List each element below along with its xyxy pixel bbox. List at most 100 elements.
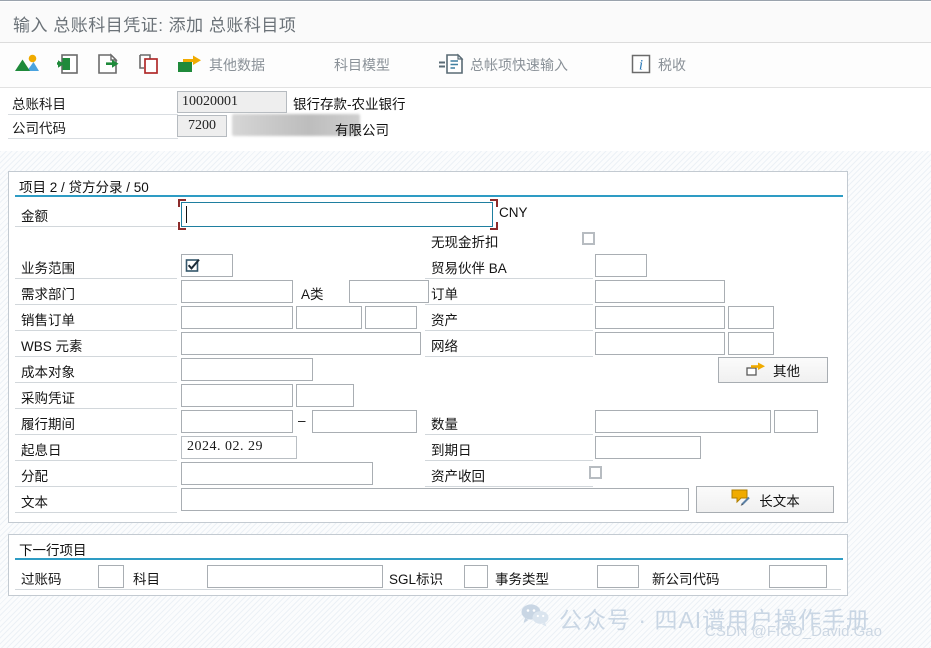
application-toolbar: 其他数据 科目模型 总帐项快速输入 i 税收	[0, 43, 931, 88]
asset-subnumber-input[interactable]	[728, 306, 774, 329]
sales-order-sched-input[interactable]	[365, 306, 417, 329]
header-divider-2	[8, 138, 178, 139]
performance-period-label: 履行期间	[21, 417, 75, 432]
cost-object-input[interactable]	[181, 358, 313, 381]
toolbar-tax-label: 税收	[658, 57, 686, 73]
tax-info-icon: i	[630, 53, 652, 78]
value-date-label: 起息日	[21, 443, 62, 458]
toolbar-more-data-button[interactable]: 其他数据	[177, 43, 265, 87]
account-label: 科目	[133, 572, 160, 587]
quantity-unit-input[interactable]	[774, 410, 818, 433]
gl-account-value[interactable]: 10020001	[177, 91, 287, 113]
new-company-code-label: 新公司代码	[652, 572, 720, 587]
sales-order-input[interactable]	[181, 306, 293, 329]
toolbar-previous-item-button[interactable]	[56, 43, 80, 87]
window-title-bar: 输入 总账科目凭证: 添加 总账科目项	[0, 2, 931, 43]
toolbar-copy-button[interactable]	[137, 43, 161, 87]
long-text-button[interactable]: 长文本	[696, 486, 834, 513]
toolbar-account-model-button[interactable]: 科目模型	[334, 43, 390, 87]
purchasing-doc-item-input[interactable]	[296, 384, 354, 407]
line-item-panel: 项目 2 / 贷方分录 / 50 金额 CNY 无现金折扣 业务范围 贸易伙伴 …	[8, 171, 848, 523]
row-divider-costobj	[15, 382, 177, 383]
toolbar-picture-button[interactable]	[14, 43, 40, 87]
focus-corner-tr	[490, 199, 498, 207]
focus-corner-br	[490, 222, 498, 230]
amount-label: 金额	[21, 209, 48, 224]
network-input[interactable]	[595, 332, 725, 355]
business-area-label: 业务范围	[21, 261, 75, 276]
more-data-icon	[177, 53, 203, 78]
gl-account-description: 银行存款-农业银行	[293, 97, 406, 112]
svg-text:i: i	[639, 57, 643, 73]
row-divider-ba	[15, 278, 177, 279]
purchasing-doc-label: 采购凭证	[21, 391, 75, 406]
trading-partner-ba-input[interactable]	[595, 254, 647, 277]
focus-corner-tl	[178, 199, 186, 207]
row-divider-dept	[15, 304, 177, 305]
quantity-label: 数量	[431, 417, 458, 432]
order-input[interactable]	[595, 280, 725, 303]
long-text-icon	[730, 489, 752, 510]
row-divider-duedate	[425, 460, 593, 461]
period-dash: –	[298, 413, 306, 428]
account-input[interactable]	[207, 565, 383, 588]
cost-object-label: 成本对象	[21, 365, 75, 380]
text-caret	[186, 206, 187, 223]
toolbar-fast-entry-button[interactable]: 总帐项快速输入	[438, 43, 568, 87]
business-area-input[interactable]	[181, 254, 233, 277]
assignment-input[interactable]	[181, 462, 373, 485]
company-code-label: 公司代码	[12, 121, 66, 136]
asset-label: 资产	[431, 313, 458, 328]
posting-key-input[interactable]	[98, 565, 124, 588]
asset-retirement-label: 资产收回	[431, 469, 485, 484]
copy-icon	[137, 53, 161, 78]
performance-period-to-input[interactable]	[312, 410, 417, 433]
asset-input[interactable]	[595, 306, 725, 329]
assignment-label: 分配	[21, 469, 48, 484]
trading-partner-ba-label: 贸易伙伴 BA	[431, 261, 507, 276]
performance-period-from-input[interactable]	[181, 410, 293, 433]
next-line-divider	[15, 589, 841, 590]
network-operation-input[interactable]	[728, 332, 774, 355]
no-cash-discount-checkbox[interactable]	[582, 232, 595, 245]
row-divider-po	[15, 408, 177, 409]
row-divider-so	[15, 330, 177, 331]
more-button[interactable]: 其他	[718, 357, 828, 383]
row-divider-asset	[425, 330, 593, 331]
company-code-value[interactable]: 7200	[177, 115, 227, 137]
next-item-icon	[96, 52, 120, 78]
toolbar-fast-entry-label: 总帐项快速输入	[470, 57, 568, 73]
posting-key-label: 过账码	[21, 572, 62, 587]
transaction-type-input[interactable]	[597, 565, 639, 588]
toolbar-next-item-button[interactable]	[96, 43, 120, 87]
gl-account-label: 总账科目	[12, 97, 66, 112]
requesting-dept-label: 需求部门	[21, 287, 75, 302]
page-title: 输入 总账科目凭证: 添加 总账科目项	[13, 16, 297, 35]
toolbar-tax-button[interactable]: i 税收	[630, 43, 686, 87]
long-text-button-label: 长文本	[759, 493, 800, 509]
value-date-input[interactable]: 2024. 02. 29	[181, 436, 297, 459]
a-class-input[interactable]	[349, 280, 429, 303]
new-company-code-input[interactable]	[769, 565, 827, 588]
wbs-element-input[interactable]	[181, 332, 421, 355]
amount-input[interactable]	[181, 202, 493, 227]
quantity-input[interactable]	[595, 410, 771, 433]
row-divider-text	[15, 512, 177, 513]
next-line-panel-title: 下一行项目	[19, 543, 87, 558]
requesting-dept-input[interactable]	[181, 280, 293, 303]
sgl-indicator-input[interactable]	[464, 565, 488, 588]
row-divider-tpba	[425, 278, 593, 279]
due-date-input[interactable]	[595, 436, 701, 459]
previous-item-icon	[56, 53, 80, 78]
focus-corner-bl	[178, 222, 186, 230]
next-line-item-panel: 下一行项目 过账码 科目 SGL标识 事务类型 新公司代码	[8, 534, 848, 596]
no-cash-discount-label: 无现金折扣	[431, 235, 499, 250]
asset-retirement-checkbox[interactable]	[589, 466, 602, 479]
text-input[interactable]	[181, 488, 689, 511]
more-arrow-icon	[746, 361, 766, 380]
sales-order-item-input[interactable]	[296, 306, 362, 329]
purchasing-doc-input[interactable]	[181, 384, 293, 407]
picture-icon	[14, 53, 40, 78]
selection-checkbox-icon	[185, 257, 202, 277]
row-divider-order	[425, 304, 593, 305]
